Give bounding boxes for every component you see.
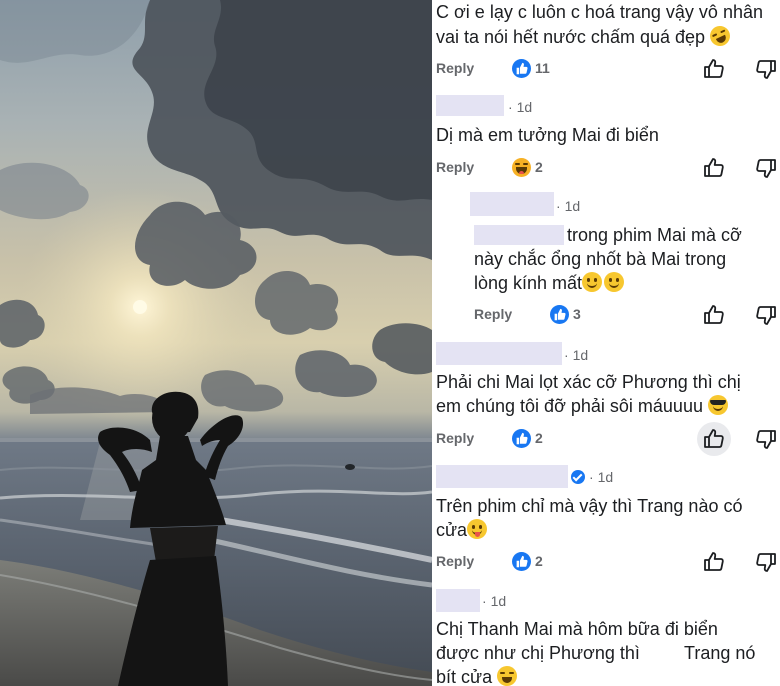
reply-button[interactable]: Reply bbox=[436, 430, 474, 446]
tongue-emoji-icon bbox=[467, 519, 488, 539]
comments-panel: C ơi e lạy c luôn c hoá trang vậy vô nhâ… bbox=[432, 0, 780, 686]
comment-age-value: 1d bbox=[490, 593, 507, 609]
comment-text-span: em chúng tôi đỡ phải sôi máuuuu bbox=[436, 396, 703, 416]
reaction-count: 2 bbox=[535, 159, 543, 175]
comment-actions: Reply 11 bbox=[436, 57, 776, 81]
comment-text-line: Chị Thanh Mai mà hôm bữa đi biển bbox=[436, 619, 718, 639]
thumbs-up-outline-icon[interactable] bbox=[702, 156, 726, 180]
comment-text-line: Phải chi Mai lọt xác cỡ Phương thì chị bbox=[436, 372, 741, 392]
reply-button[interactable]: Reply bbox=[474, 306, 512, 322]
thumbs-down-outline-icon[interactable] bbox=[754, 427, 778, 451]
reaction-count: 3 bbox=[573, 306, 581, 322]
beach-sunset-photo bbox=[0, 0, 432, 686]
rolling-laughing-emoji-icon bbox=[706, 22, 734, 50]
comment-age-value: 1d bbox=[572, 347, 589, 363]
haha-reaction-icon bbox=[512, 158, 531, 177]
comment-text-span: cửa bbox=[436, 520, 468, 540]
comment-age: · 1d bbox=[564, 347, 589, 363]
comment-text-line: vai ta nói hết nước chấm quá đẹp bbox=[436, 22, 734, 50]
comment-text-line: Dị mà em tưởng Mai đi biển bbox=[436, 125, 659, 145]
comment-text-line: em chúng tôi đỡ phải sôi máuuuu bbox=[436, 394, 728, 418]
comment-text-line: này chắc ổng nhốt bà Mai trong bbox=[474, 249, 727, 269]
comment-text-span: bít cửa bbox=[436, 667, 493, 686]
like-reaction-icon bbox=[512, 429, 531, 448]
like-reaction-icon bbox=[550, 305, 569, 324]
author-name-redacted[interactable] bbox=[436, 342, 562, 365]
reaction-count: 2 bbox=[535, 553, 543, 569]
comment-actions: Reply 2 bbox=[436, 550, 776, 574]
comment-text-line: lòng kính mất bbox=[474, 271, 625, 295]
comment-text-span: lòng kính mất bbox=[474, 273, 583, 293]
reply-button[interactable]: Reply bbox=[436, 553, 474, 569]
thumbs-up-outline-icon[interactable] bbox=[697, 422, 731, 456]
comment-actions: Reply 3 bbox=[474, 303, 776, 327]
grinning-emoji-icon bbox=[604, 272, 625, 292]
author-name-redacted[interactable] bbox=[436, 465, 568, 488]
thumbs-down-outline-icon[interactable] bbox=[754, 57, 778, 81]
thumbs-down-outline-icon[interactable] bbox=[754, 156, 778, 180]
author-name-redacted[interactable] bbox=[470, 192, 554, 216]
like-reaction-icon bbox=[512, 552, 531, 571]
verified-badge-icon bbox=[571, 470, 585, 484]
photo-scene bbox=[0, 0, 432, 686]
grinning-emoji-icon bbox=[582, 272, 603, 292]
thumbs-up-outline-icon[interactable] bbox=[702, 550, 726, 574]
comment-actions: Reply 2 bbox=[436, 156, 776, 180]
mention-redacted[interactable] bbox=[474, 225, 564, 245]
thumbs-up-outline-icon[interactable] bbox=[702, 303, 726, 327]
comment-age: · 1d bbox=[589, 469, 614, 485]
reaction-count: 11 bbox=[535, 60, 550, 76]
comment-text-line: C ơi e lạy c luôn c hoá trang vậy vô nhâ… bbox=[436, 2, 763, 22]
comment-text-line: Trên phim chỉ mà vậy thì Trang nào có bbox=[436, 496, 743, 516]
sunglasses-emoji-icon bbox=[707, 395, 728, 415]
comment-text-line: cửa bbox=[436, 518, 488, 542]
reply-button[interactable]: Reply bbox=[436, 60, 474, 76]
thumbs-down-outline-icon[interactable] bbox=[754, 303, 778, 327]
comment-age: · 1d bbox=[508, 99, 533, 115]
comment-text-line: trong phim Mai mà cỡ bbox=[567, 225, 742, 245]
comment-age-value: 1d bbox=[516, 99, 533, 115]
laughing-emoji-icon bbox=[497, 666, 518, 686]
thumbs-up-outline-icon[interactable] bbox=[702, 57, 726, 81]
comment-text-line: bít cửa bbox=[436, 665, 518, 686]
comment-age-value: 1d bbox=[597, 469, 614, 485]
comment-text-line: Trang nó bbox=[684, 643, 756, 663]
author-name-redacted[interactable] bbox=[436, 589, 480, 612]
reaction-count: 2 bbox=[535, 430, 543, 446]
author-name-redacted[interactable] bbox=[436, 95, 504, 116]
comment-text-span: vai ta nói hết nước chấm quá đẹp bbox=[436, 27, 706, 47]
comment-text-line: được như chị Phương thì bbox=[436, 643, 640, 663]
reply-button[interactable]: Reply bbox=[436, 159, 474, 175]
comment-actions: Reply 2 bbox=[436, 422, 778, 456]
comment-age: · 1d bbox=[556, 198, 581, 214]
thumbs-down-outline-icon[interactable] bbox=[754, 550, 778, 574]
comment-age: · 1d bbox=[482, 593, 507, 609]
like-reaction-icon bbox=[512, 59, 531, 78]
comment-age-value: 1d bbox=[564, 198, 581, 214]
